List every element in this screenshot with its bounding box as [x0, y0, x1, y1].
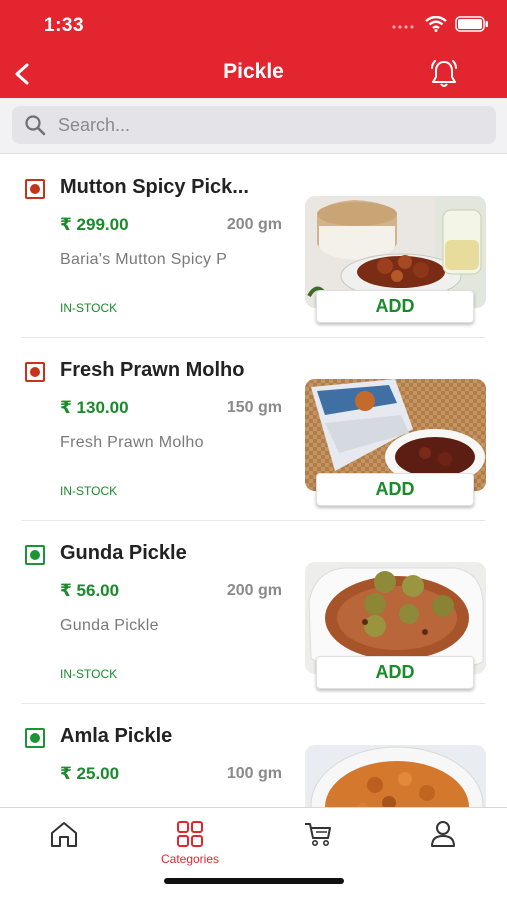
- status-icons: [391, 16, 489, 32]
- cart-icon: [305, 823, 331, 846]
- product-weight: 200 gm: [226, 216, 282, 233]
- bell-alert-icon[interactable]: [427, 58, 461, 90]
- stock-status: IN-STOCK: [60, 484, 118, 498]
- search-bar[interactable]: [12, 106, 496, 144]
- add-to-cart-button[interactable]: ADD: [316, 290, 474, 323]
- search-icon: [25, 115, 46, 136]
- veg-indicator-icon: [25, 728, 45, 748]
- signal-icon: [392, 25, 414, 29]
- add-to-cart-button[interactable]: ADD: [316, 656, 474, 689]
- non-veg-indicator-icon: [25, 179, 45, 199]
- product-weight: 150 gm: [226, 399, 282, 416]
- tab-categories[interactable]: Categories: [140, 820, 240, 866]
- stock-status: IN-STOCK: [60, 301, 118, 315]
- product-item-mutton-spicy-pickle[interactable]: Mutton Spicy Pick... ₹ 299.00 200 gm Bar…: [22, 155, 486, 338]
- product-item-amla-pickle[interactable]: Amla Pickle ₹ 25.00 100 gm: [22, 704, 486, 807]
- product-name: Amla Pickle: [60, 725, 173, 747]
- veg-indicator-icon: [25, 545, 45, 565]
- product-price: ₹ 56.00: [60, 581, 120, 600]
- tab-label-categories: Categories: [160, 852, 220, 866]
- product-image-amla-pickle: [305, 745, 486, 807]
- product-item-fresh-prawn-molho[interactable]: Fresh Prawn Molho ₹ 130.00 150 gm Fresh …: [22, 338, 486, 521]
- product-weight: 100 gm: [226, 765, 282, 782]
- status-time: 1:33: [44, 15, 85, 36]
- product-name: Gunda Pickle: [60, 542, 187, 564]
- wifi-icon: [425, 16, 447, 32]
- nav-bar: Pickle: [0, 50, 507, 98]
- user-icon: [431, 821, 455, 847]
- product-price: ₹ 130.00: [60, 398, 129, 417]
- grid-icon: [177, 821, 203, 847]
- non-veg-indicator-icon: [25, 362, 45, 382]
- status-bar: 1:33: [0, 0, 507, 50]
- product-name: Fresh Prawn Molho: [60, 359, 245, 381]
- product-weight: 200 gm: [226, 582, 282, 599]
- product-list: Mutton Spicy Pick... ₹ 299.00 200 gm Bar…: [0, 155, 507, 807]
- product-price: ₹ 299.00: [60, 215, 129, 234]
- home-icon: [51, 822, 77, 847]
- product-description: Fresh Prawn Molho: [60, 434, 204, 451]
- search-input[interactable]: [58, 114, 458, 136]
- home-indicator: [164, 878, 344, 884]
- product-description: Baria's Mutton Spicy P: [60, 251, 228, 268]
- search-bar-container: [0, 98, 507, 154]
- tab-home[interactable]: [14, 820, 114, 848]
- stock-status: IN-STOCK: [60, 667, 118, 681]
- product-price: ₹ 25.00: [60, 764, 120, 783]
- product-item-gunda-pickle[interactable]: Gunda Pickle ₹ 56.00 200 gm Gunda Pickle…: [22, 521, 486, 704]
- tab-profile[interactable]: [393, 820, 493, 848]
- app-header: 1:33 Pickle: [0, 0, 507, 98]
- tab-cart[interactable]: [268, 820, 368, 848]
- product-name: Mutton Spicy Pick...: [60, 176, 249, 198]
- bottom-tab-bar: Categories: [0, 807, 507, 900]
- battery-icon: [455, 16, 488, 32]
- product-description: Gunda Pickle: [60, 617, 159, 634]
- add-to-cart-button[interactable]: ADD: [316, 473, 474, 506]
